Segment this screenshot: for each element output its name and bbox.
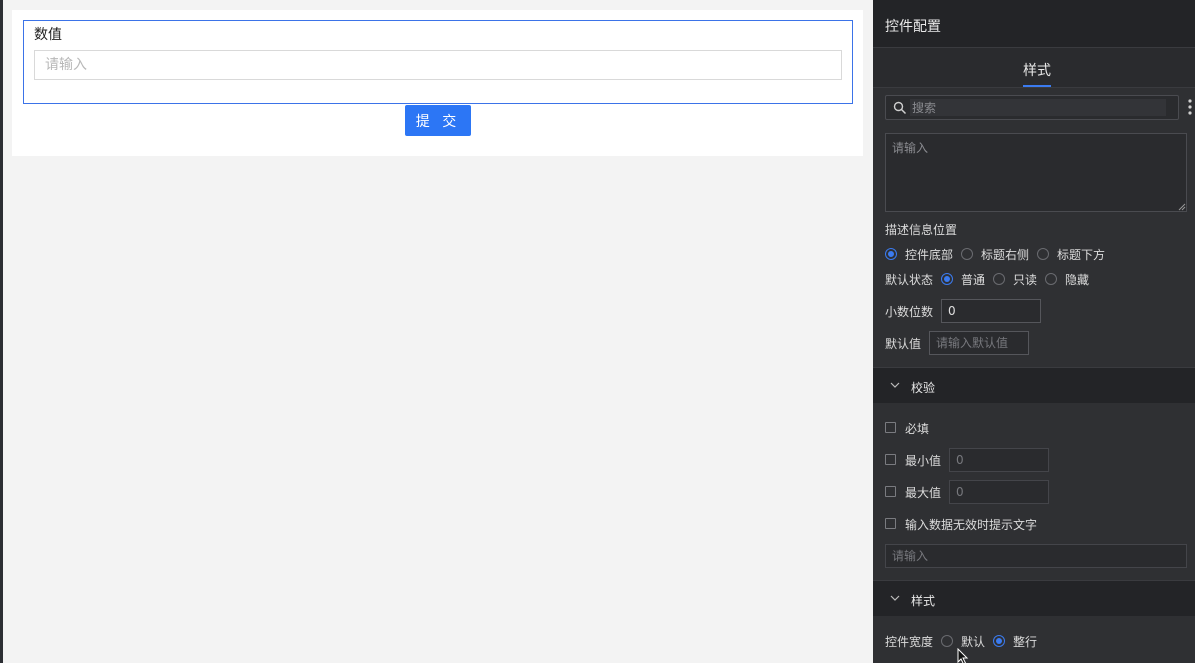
required-label: 必填 bbox=[905, 422, 930, 436]
number-field-input[interactable] bbox=[34, 50, 842, 80]
radio-desc-title-below-label[interactable]: 标题下方 bbox=[1057, 246, 1105, 263]
default-value-input[interactable] bbox=[929, 331, 1029, 355]
min-value-label: 最小值 bbox=[905, 454, 942, 468]
radio-state-readonly[interactable] bbox=[993, 273, 1005, 285]
number-field-label: 数值 bbox=[34, 27, 62, 43]
form-card: 数值 提 交 bbox=[12, 10, 863, 156]
control-width-label: 控件宽度 bbox=[885, 635, 934, 649]
submit-button[interactable]: 提 交 bbox=[405, 105, 471, 136]
radio-desc-title-below[interactable] bbox=[1037, 248, 1049, 260]
chevron-down-icon bbox=[890, 382, 900, 388]
resize-grip-icon[interactable] bbox=[1178, 203, 1186, 211]
panel-header: 控件配置 bbox=[873, 0, 1195, 48]
desc-position-label: 描述信息位置 bbox=[885, 223, 958, 237]
more-vertical-icon[interactable] bbox=[1187, 97, 1193, 117]
radio-width-default[interactable] bbox=[941, 635, 953, 647]
search-input[interactable] bbox=[910, 99, 1166, 116]
style-section-header[interactable]: 样式 bbox=[873, 580, 1195, 616]
mouse-cursor-icon bbox=[957, 648, 969, 663]
radio-state-normal-label[interactable]: 普通 bbox=[961, 271, 985, 288]
radio-desc-title-right[interactable] bbox=[961, 248, 973, 260]
search-icon bbox=[893, 101, 907, 115]
max-value-input[interactable] bbox=[949, 480, 1049, 504]
decimal-places-input[interactable] bbox=[941, 299, 1041, 323]
chevron-down-icon bbox=[890, 595, 900, 601]
default-value-label: 默认值 bbox=[885, 337, 922, 351]
radio-state-readonly-label[interactable]: 只读 bbox=[1013, 271, 1037, 288]
default-state-label: 默认状态 bbox=[885, 273, 934, 287]
config-panel: 控件配置 样式 描述信息位置 控件底部 标题右侧 标题下方 默认状态 普通 只读… bbox=[873, 0, 1195, 663]
description-textarea[interactable] bbox=[885, 133, 1187, 212]
validation-section-header[interactable]: 校验 bbox=[873, 367, 1195, 403]
style-section-title: 样式 bbox=[911, 594, 936, 608]
max-value-checkbox[interactable] bbox=[885, 486, 896, 497]
min-value-input[interactable] bbox=[949, 448, 1049, 472]
radio-desc-title-right-label[interactable]: 标题右侧 bbox=[981, 246, 1029, 263]
radio-width-full-label[interactable]: 整行 bbox=[1013, 633, 1037, 650]
decimal-places-label: 小数位数 bbox=[885, 305, 934, 319]
invalid-tip-input[interactable] bbox=[885, 544, 1187, 568]
tab-style[interactable]: 样式 bbox=[1023, 60, 1051, 80]
form-canvas: 数值 提 交 bbox=[3, 0, 873, 663]
required-checkbox[interactable] bbox=[885, 422, 896, 433]
panel-title: 控件配置 bbox=[885, 19, 941, 35]
validation-section-title: 校验 bbox=[911, 381, 936, 395]
search-box[interactable] bbox=[885, 95, 1179, 120]
radio-state-normal[interactable] bbox=[941, 273, 953, 285]
tab-active-indicator bbox=[1023, 85, 1051, 87]
invalid-tip-label: 输入数据无效时提示文字 bbox=[905, 518, 1038, 532]
number-field-box[interactable]: 数值 bbox=[23, 20, 853, 104]
min-value-checkbox[interactable] bbox=[885, 454, 896, 465]
panel-tabbar: 样式 bbox=[873, 48, 1195, 88]
radio-state-hidden[interactable] bbox=[1045, 273, 1057, 285]
radio-width-full[interactable] bbox=[993, 635, 1005, 647]
radio-state-hidden-label[interactable]: 隐藏 bbox=[1065, 271, 1089, 288]
radio-desc-bottom[interactable] bbox=[885, 248, 897, 260]
max-value-label: 最大值 bbox=[905, 486, 942, 500]
radio-desc-bottom-label[interactable]: 控件底部 bbox=[905, 246, 953, 263]
invalid-tip-checkbox[interactable] bbox=[885, 518, 896, 529]
